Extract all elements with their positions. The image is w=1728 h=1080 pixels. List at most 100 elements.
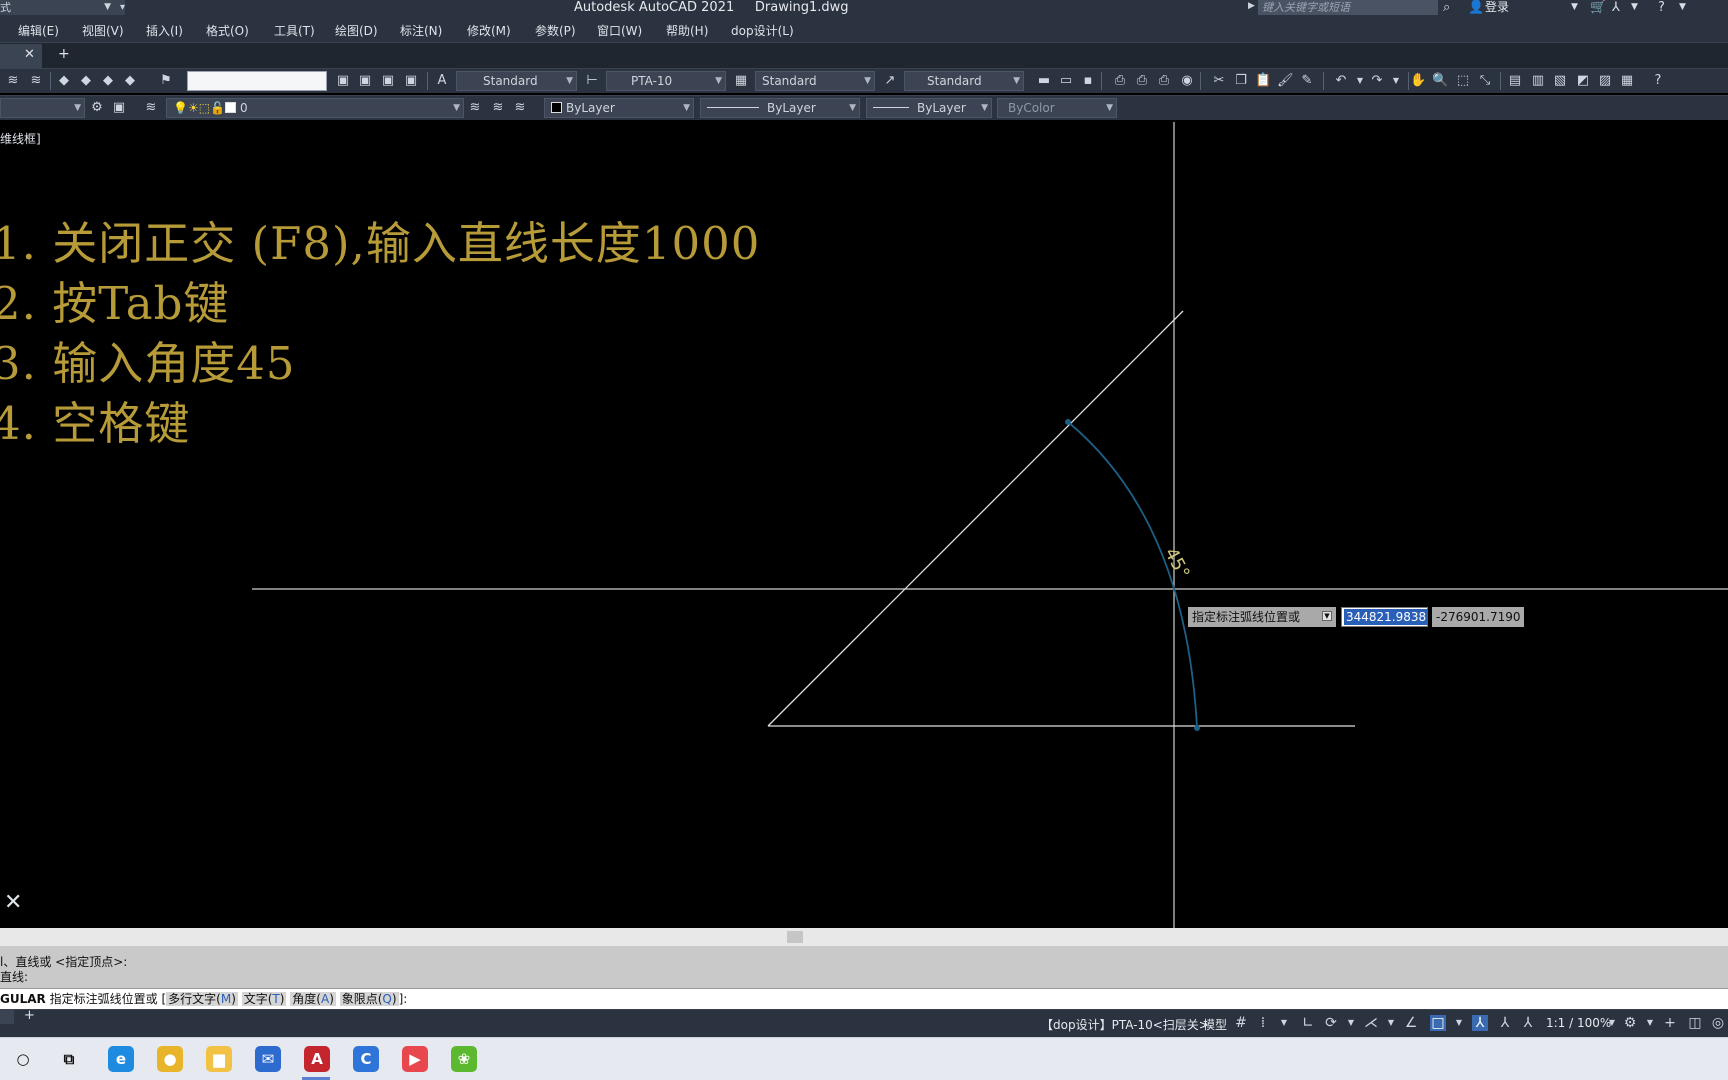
layer-state-icon[interactable]: ≋ — [5, 73, 21, 89]
option-text[interactable]: 文字(T) — [241, 992, 287, 1006]
chevron-down-icon[interactable]: ▼ — [1642, 1015, 1658, 1031]
chevron-down-icon[interactable]: ▼ — [1451, 1015, 1467, 1031]
polar-tracking-icon[interactable]: ⟳ — [1323, 1015, 1339, 1031]
chevron-down-icon[interactable]: ▼ — [1352, 73, 1368, 89]
gear-icon[interactable]: ⚙ — [1622, 1015, 1638, 1031]
layer-isolate-icon[interactable]: ◆ — [78, 73, 94, 89]
text-style-icon[interactable]: A — [434, 73, 450, 89]
menu-item-5[interactable]: 绘图(D) — [335, 22, 378, 39]
layout-tab[interactable] — [0, 1010, 14, 1024]
command-line[interactable]: GULAR 指定标注弧线位置或 [多行文字(M) 文字(T) 角度(A) 象限点… — [0, 988, 1728, 1009]
chevron-down-icon[interactable]: ▼ — [1388, 73, 1404, 89]
text-style-dropdown[interactable]: Standard ▼ — [456, 71, 577, 91]
chevron-down-icon[interactable]: ▼ — [1276, 1015, 1292, 1031]
tool-palettes-icon[interactable]: ▧ — [1552, 73, 1568, 89]
properties-icon[interactable]: ▤ — [1507, 73, 1523, 89]
taskbar-mail-icon[interactable]: ✉ — [255, 1046, 281, 1072]
model-space-toggle[interactable]: 模型 — [1203, 1016, 1227, 1033]
chevron-down-icon[interactable]: ▼ — [1383, 1015, 1399, 1031]
taskbar-edge-icon[interactable]: e — [108, 1046, 134, 1072]
dim-style-info[interactable]: 【dop设计】PTA-10<扫层关> — [1041, 1016, 1209, 1033]
layer-lock-icon[interactable]: ◆ — [122, 73, 138, 89]
zoom-window-icon[interactable]: ⬚ — [1455, 73, 1471, 89]
horizontal-scrollbar[interactable] — [0, 928, 1728, 946]
design-center-icon[interactable]: ▥ — [1530, 73, 1546, 89]
chevron-down-icon[interactable]: ▼ — [1571, 0, 1578, 15]
chevron-down-icon[interactable]: ▼ — [1631, 0, 1638, 15]
taskbar-app-blue-icon[interactable]: C — [353, 1046, 379, 1072]
taskbar-file-explorer-icon[interactable]: ▆ — [206, 1046, 232, 1072]
option-quadrant[interactable]: 象限点(Q) — [339, 992, 399, 1006]
make-current-layer-icon[interactable]: ≋ — [467, 100, 483, 116]
autodesk-a360-icon[interactable]: ⅄ — [1612, 0, 1620, 15]
scrollbar-thumb[interactable] — [787, 931, 803, 943]
cut-icon[interactable]: ✂ — [1211, 73, 1227, 89]
multileader-style-icon[interactable]: ↗ — [882, 73, 898, 89]
menu-item-3[interactable]: 格式(O) — [206, 22, 249, 39]
file-tab[interactable]: ✕ — [0, 44, 42, 68]
layer-states-icon[interactable]: ≋ — [512, 100, 528, 116]
dim-tool-icon[interactable]: ▣ — [403, 73, 419, 89]
snap-icon[interactable]: ⁞ — [1255, 1015, 1271, 1031]
taskbar-search-icon[interactable]: ○ — [10, 1046, 36, 1072]
zoom-realtime-icon[interactable]: 🔍 — [1432, 73, 1448, 89]
object-snap-icon[interactable]: □ — [1430, 1015, 1446, 1031]
layer-properties-icon[interactable]: ≋ — [28, 73, 44, 89]
ortho-icon[interactable]: ∟ — [1300, 1015, 1316, 1031]
menu-item-1[interactable]: 视图(V) — [82, 22, 124, 39]
print-icon[interactable]: ⎙ — [1112, 73, 1128, 89]
option-mtext[interactable]: 多行文字(M) — [166, 992, 238, 1006]
workspace-combo[interactable]: ▼ — [0, 98, 85, 118]
publish-icon[interactable]: ⎙ — [1156, 73, 1172, 89]
new-tab-icon[interactable]: + — [58, 46, 70, 62]
dynamic-input-y-field[interactable]: -276901.7190 — [1432, 607, 1524, 627]
markup-icon[interactable]: ▨ — [1597, 73, 1613, 89]
gear-icon[interactable]: ⚙ — [89, 100, 105, 116]
workspace-dropdown[interactable]: 式 ▼ ▾ — [0, 0, 125, 15]
dim-tool-icon[interactable]: ▣ — [335, 73, 351, 89]
chevron-down-icon[interactable]: ▼ — [1322, 611, 1332, 621]
block-editor-icon[interactable]: ✎ — [1299, 73, 1315, 89]
pan-icon[interactable]: ✋ — [1410, 73, 1426, 89]
open-file-icon[interactable]: ▭ — [1058, 73, 1074, 89]
expand-search-icon[interactable]: ▶ — [1248, 1, 1255, 11]
menu-item-11[interactable]: dop设计(L) — [731, 22, 794, 39]
layer-manager-icon[interactable]: ≋ — [143, 100, 159, 116]
auto-scale-icon[interactable]: ⅄ — [1497, 1015, 1513, 1031]
annotation-scale-value[interactable]: 1:1 / 100% — [1546, 1016, 1611, 1030]
print-preview-icon[interactable]: ⎙ — [1134, 73, 1150, 89]
taskbar-autocad-icon[interactable]: A — [304, 1046, 330, 1072]
save-icon[interactable]: ▪ — [1080, 73, 1096, 89]
menu-item-8[interactable]: 参数(P) — [535, 22, 576, 39]
layer-filter-input[interactable] — [187, 71, 327, 91]
undo-icon[interactable]: ↶ — [1333, 73, 1349, 89]
menu-item-0[interactable]: 编辑(E) — [18, 22, 59, 39]
chevron-down-icon[interactable]: ▼ — [1604, 1015, 1620, 1031]
new-file-icon[interactable]: ▬ — [1036, 73, 1052, 89]
taskbar-app-green-icon[interactable]: ❀ — [451, 1046, 477, 1072]
table-style-icon[interactable]: ▦ — [733, 73, 749, 89]
object-snap-tracking-icon[interactable]: ∠ — [1403, 1015, 1419, 1031]
lineweight-dropdown[interactable]: ByLayer ▼ — [866, 98, 992, 118]
menu-item-4[interactable]: 工具(T) — [274, 22, 315, 39]
grid-icon[interactable]: # — [1233, 1015, 1249, 1031]
color-dropdown[interactable]: ByLayer ▼ — [544, 98, 694, 118]
isometric-icon[interactable]: ⋌ — [1363, 1015, 1379, 1031]
menu-item-2[interactable]: 插入(I) — [146, 22, 183, 39]
sheet-set-icon[interactable]: ◩ — [1575, 73, 1591, 89]
menu-item-6[interactable]: 标注(N) — [400, 22, 442, 39]
workspace-settings-icon[interactable]: ▣ — [111, 100, 127, 116]
help-icon[interactable]: ? — [1650, 73, 1666, 89]
taskbar-app-red-icon[interactable]: ▶ — [402, 1046, 428, 1072]
3d-dwf-icon[interactable]: ◉ — [1179, 73, 1195, 89]
hardware-acceleration-icon[interactable]: ◫ — [1687, 1015, 1703, 1031]
redo-icon[interactable]: ↷ — [1369, 73, 1385, 89]
copy-icon[interactable]: ❐ — [1233, 73, 1249, 89]
match-properties-icon[interactable]: 🖌 — [1277, 73, 1294, 89]
dim-tool-icon[interactable]: ▣ — [380, 73, 396, 89]
chevron-down-icon[interactable]: ▼ — [1343, 1015, 1359, 1031]
annotation-scale-icon[interactable]: ⅄ — [1520, 1015, 1536, 1031]
plus-icon[interactable]: + — [1662, 1015, 1678, 1031]
search-icon[interactable]: ⌕ — [1443, 0, 1450, 15]
clean-screen-icon[interactable]: ◎ — [1710, 1015, 1726, 1031]
